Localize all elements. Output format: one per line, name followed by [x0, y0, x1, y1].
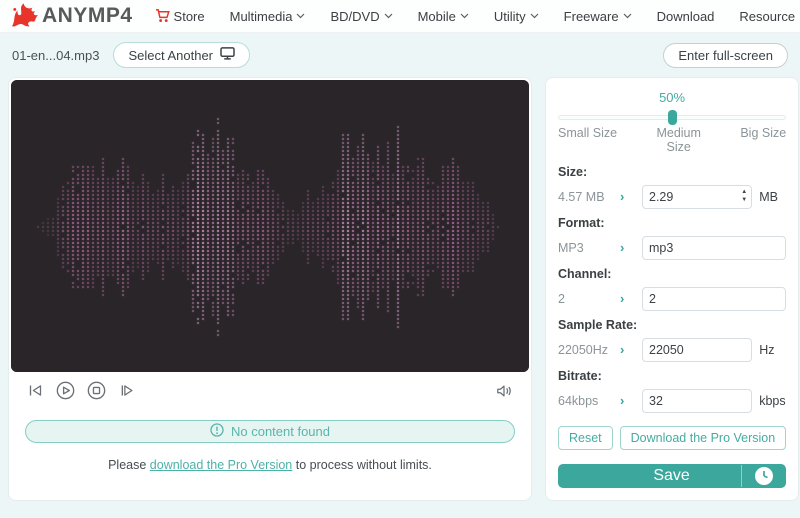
nav-item-resource[interactable]: Resource: [739, 9, 795, 24]
file-toolbar: 01-en...04.mp3 Select Another Enter full…: [0, 33, 800, 77]
main-content: No content found Please download the Pro…: [0, 77, 800, 501]
rewind-button[interactable]: [27, 383, 44, 398]
enter-fullscreen-button[interactable]: Enter full-screen: [663, 43, 788, 68]
arrow-right-icon: ›: [620, 240, 642, 255]
arrow-right-icon: ›: [620, 291, 642, 306]
slider-thumb[interactable]: [668, 110, 677, 125]
channel-label: Channel:: [558, 267, 786, 281]
compression-percent: 50%: [558, 90, 786, 105]
nav-items: Store Multimedia BD/DVD Mobile Utility F…: [155, 9, 800, 24]
format-original-value: MP3: [558, 241, 620, 255]
select-another-button[interactable]: Select Another: [113, 42, 250, 68]
sample-rate-input[interactable]: [642, 338, 752, 362]
sample-rate-label: Sample Rate:: [558, 318, 786, 332]
channel-row: 2 ›: [558, 287, 786, 311]
chevron-down-icon: [623, 13, 632, 19]
size-original-value: 4.57 MB: [558, 190, 620, 204]
chevron-down-icon: [460, 13, 469, 19]
download-pro-button[interactable]: Download the Pro Version: [620, 426, 787, 450]
bitrate-original-value: 64kbps: [558, 394, 620, 408]
anymp4-logo[interactable]: ANYMP4: [10, 2, 133, 31]
pro-version-hint: Please download the Pro Version to proce…: [11, 458, 529, 472]
arrow-right-icon: ›: [620, 393, 642, 408]
size-slider[interactable]: [558, 109, 786, 120]
play-button[interactable]: [56, 381, 75, 400]
bitrate-row: 64kbps › kbps: [558, 389, 786, 413]
reset-button[interactable]: Reset: [558, 426, 613, 450]
save-label: Save: [558, 467, 741, 485]
nav-item-download[interactable]: Download: [657, 9, 715, 24]
no-content-text: No content found: [231, 424, 330, 439]
cart-icon: [155, 9, 170, 23]
save-button[interactable]: Save: [558, 464, 786, 488]
arrow-right-icon: ›: [620, 189, 642, 204]
no-content-banner: No content found: [25, 420, 515, 443]
info-icon: [210, 423, 224, 440]
format-row: MP3 ›: [558, 236, 786, 260]
playback-controls: [11, 372, 529, 404]
arrow-right-icon: ›: [620, 342, 642, 357]
format-input[interactable]: [642, 236, 786, 260]
compress-settings-panel: 50% Small Size Medium Size Big Size Size…: [545, 77, 799, 501]
clock-icon: [742, 466, 786, 486]
secondary-buttons: Reset Download the Pro Version: [558, 426, 786, 450]
nav-item-store[interactable]: Store: [155, 9, 205, 24]
sample-rate-row: 22050Hz › Hz: [558, 338, 786, 362]
current-filename: 01-en...04.mp3: [12, 48, 99, 63]
chevron-down-icon: [384, 13, 393, 19]
nav-item-mobile[interactable]: Mobile: [418, 9, 469, 24]
size-row: 4.57 MB › ▲▼ MB: [558, 185, 786, 209]
nav-item-freeware[interactable]: Freeware: [564, 9, 632, 24]
top-navigation: ANYMP4 Store Multimedia BD/DVD Mobile Ut…: [0, 0, 800, 33]
format-label: Format:: [558, 216, 786, 230]
logo-text: ANYMP4: [42, 4, 133, 28]
channel-original-value: 2: [558, 292, 620, 306]
bitrate-input[interactable]: [642, 389, 752, 413]
stop-button[interactable]: [87, 381, 106, 400]
chevron-down-icon: [530, 13, 539, 19]
waveform-display: [11, 80, 529, 372]
slider-marks: Small Size Medium Size Big Size: [558, 126, 786, 158]
sample-rate-original-value: 22050Hz: [558, 343, 620, 357]
volume-icon[interactable]: [495, 383, 513, 399]
channel-input[interactable]: [642, 287, 786, 311]
size-unit: MB: [752, 190, 786, 204]
flame-logo-icon: [10, 2, 40, 31]
bitrate-unit: kbps: [752, 394, 786, 408]
mark-big-size: Big Size: [740, 126, 786, 158]
player-panel: No content found Please download the Pro…: [8, 77, 532, 501]
fast-forward-button[interactable]: [118, 383, 135, 398]
nav-item-bddvd[interactable]: BD/DVD: [330, 9, 392, 24]
nav-item-utility[interactable]: Utility: [494, 9, 539, 24]
size-input[interactable]: [642, 185, 752, 209]
nav-item-multimedia[interactable]: Multimedia: [230, 9, 306, 24]
monitor-icon: [220, 47, 235, 63]
mark-medium-size: Medium Size: [651, 126, 707, 158]
size-label: Size:: [558, 165, 786, 179]
sample-rate-unit: Hz: [752, 343, 786, 357]
bitrate-label: Bitrate:: [558, 369, 786, 383]
chevron-down-icon: [296, 13, 305, 19]
waveform-canvas: [11, 80, 529, 372]
mark-small-size: Small Size: [558, 126, 617, 158]
size-stepper[interactable]: ▲▼: [741, 188, 747, 204]
download-pro-link[interactable]: download the Pro Version: [150, 458, 292, 472]
